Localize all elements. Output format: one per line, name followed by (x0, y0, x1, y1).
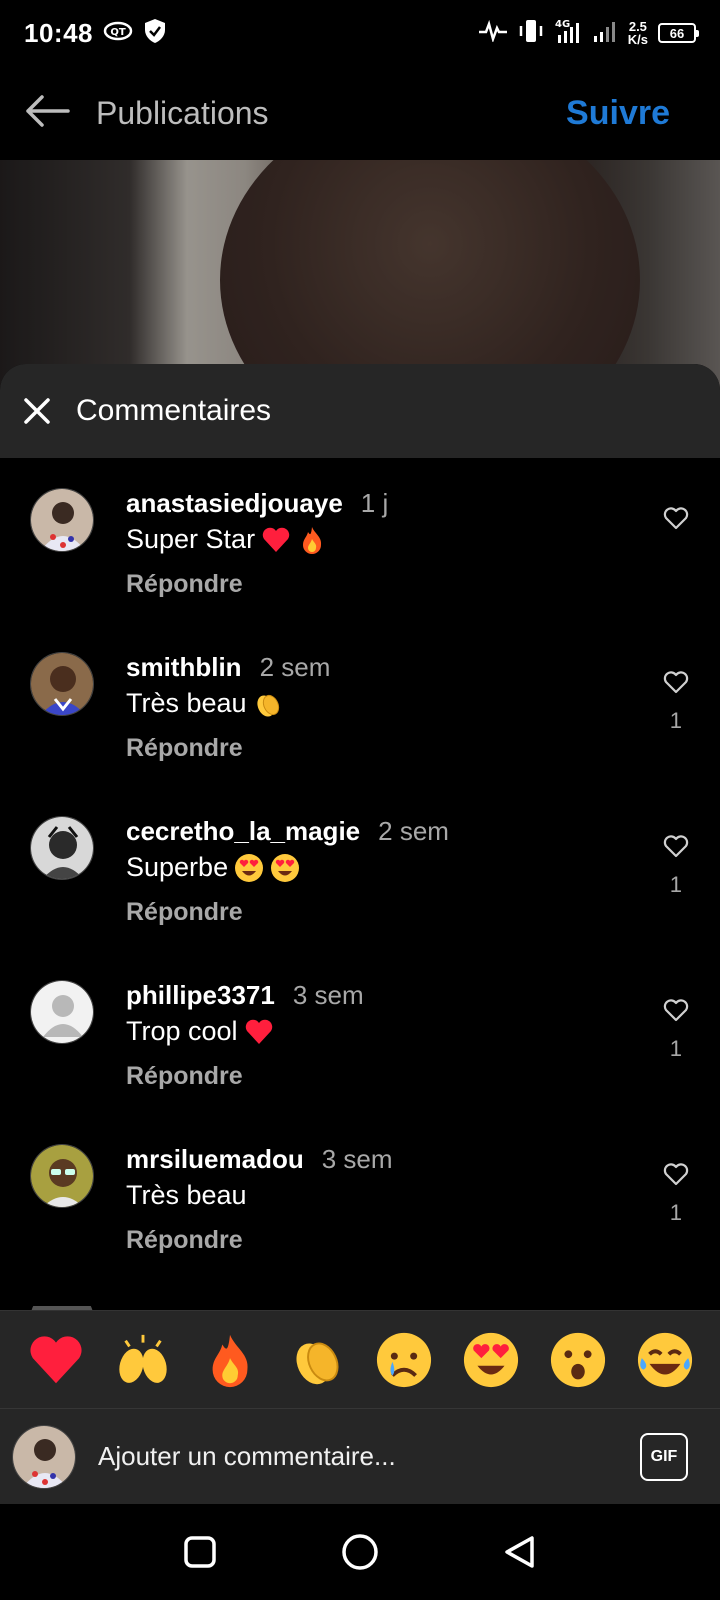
comment-list[interactable]: anastasiedjouaye 1 j Super Star Répondre … (0, 458, 720, 1306)
svg-text:4G: 4G (555, 19, 570, 30)
heart-outline-icon[interactable] (662, 996, 690, 1024)
avatar[interactable] (30, 1144, 94, 1208)
like-count: 1 (669, 708, 682, 733)
red-heart-icon[interactable] (26, 1330, 86, 1390)
system-nav-bar (0, 1504, 720, 1600)
tears-of-joy-icon[interactable] (635, 1330, 695, 1390)
recents-square-icon[interactable] (175, 1527, 225, 1577)
home-circle-icon[interactable] (335, 1527, 385, 1577)
like-count: 1 (669, 1036, 682, 1061)
heart-outline-icon[interactable] (662, 1160, 690, 1188)
comment-item: anastasiedjouaye 1 j Super Star Répondre (0, 458, 720, 622)
status-bar: 10:48 QT 4G 2.5 K/s 66 (0, 0, 720, 66)
comment-time: 2 sem (259, 652, 331, 682)
battery-icon: 66 (658, 23, 699, 43)
surprised-face-icon[interactable] (548, 1330, 608, 1390)
comment-username[interactable]: mrsiluemadou (126, 1144, 304, 1174)
avatar (12, 1424, 76, 1489)
page-title: Publications (96, 94, 269, 131)
sheet-title: Commentaires (76, 394, 272, 427)
comment-username[interactable]: cecretho_la_magie (126, 816, 360, 846)
comment-text: Super Star (126, 524, 256, 554)
activity-icon (478, 19, 508, 47)
close-icon[interactable] (22, 396, 52, 426)
follow-button[interactable]: Suivre (566, 94, 670, 133)
comment-text: Superbe (126, 852, 229, 882)
comment-input[interactable]: Ajouter un commentaire... (98, 1441, 640, 1472)
signal-icon (592, 18, 618, 49)
svg-text:QT: QT (110, 27, 126, 38)
top-header: Publications Suivre (0, 66, 720, 160)
like-count: 1 (669, 1200, 682, 1225)
clapping-hands-icon[interactable] (287, 1330, 347, 1390)
like-count: 1 (669, 872, 682, 897)
heart-eyes-icon[interactable] (461, 1330, 521, 1390)
comments-sheet-header: Commentaires (0, 364, 720, 458)
reply-button[interactable]: Répondre (126, 1226, 243, 1255)
avatar[interactable] (30, 980, 94, 1044)
reply-button[interactable]: Répondre (126, 1062, 243, 1091)
shield-check-icon (143, 18, 167, 49)
comment-username[interactable]: smithblin (126, 652, 242, 682)
avatar[interactable] (30, 652, 94, 716)
vibrate-icon (518, 18, 544, 49)
arrow-left-icon[interactable] (24, 94, 70, 133)
heart-outline-icon[interactable] (662, 668, 690, 696)
net-speed: 2.5 K/s (627, 19, 648, 47)
data-saver-icon: QT (103, 21, 133, 46)
comment-item: mrsiluemadou 3 sem Très beau Répondre 1 (0, 1114, 720, 1278)
heart-eyes-icon (234, 853, 264, 883)
comment-username[interactable]: anastasiedjouaye (126, 488, 343, 518)
red-heart-icon (244, 1017, 274, 1047)
heart-eyes-icon (270, 853, 300, 883)
reply-button[interactable]: Répondre (126, 734, 243, 763)
comment-text: Très beau (126, 688, 247, 718)
emoji-quick-bar (0, 1310, 720, 1408)
reply-button[interactable]: Répondre (126, 570, 243, 599)
clapping-hands-icon (253, 689, 283, 719)
raising-hands-icon[interactable] (113, 1330, 173, 1390)
avatar[interactable] (30, 816, 94, 880)
signal-4g-icon: 4G (554, 17, 582, 50)
comment-time: 3 sem (321, 1144, 393, 1174)
comment-text: Très beau (126, 1180, 247, 1210)
fire-icon (297, 525, 327, 555)
comment-username[interactable]: phillipe3371 (126, 980, 275, 1010)
back-triangle-icon[interactable] (495, 1527, 545, 1577)
comment-text: Trop cool (126, 1016, 238, 1046)
comment-item: smithblin 2 sem Très beau Répondre 1 (0, 622, 720, 786)
heart-outline-icon[interactable] (662, 504, 690, 532)
comment-item: cecretho_la_magie 2 sem Superbe Répondre … (0, 786, 720, 950)
comment-time: 1 j (360, 488, 389, 518)
comment-composer: Ajouter un commentaire... GIF (0, 1408, 720, 1504)
comment-time: 3 sem (292, 980, 364, 1010)
heart-outline-icon[interactable] (662, 832, 690, 860)
fire-icon[interactable] (200, 1330, 260, 1390)
gif-button[interactable]: GIF (640, 1432, 688, 1481)
avatar[interactable] (30, 488, 94, 552)
comment-time: 2 sem (378, 816, 449, 846)
crying-face-icon[interactable] (374, 1330, 434, 1390)
reply-button[interactable]: Répondre (126, 898, 243, 927)
comment-item: phillipe3371 3 sem Trop cool Répondre 1 (0, 950, 720, 1114)
red-heart-icon (261, 525, 291, 555)
status-time: 10:48 (24, 17, 93, 48)
